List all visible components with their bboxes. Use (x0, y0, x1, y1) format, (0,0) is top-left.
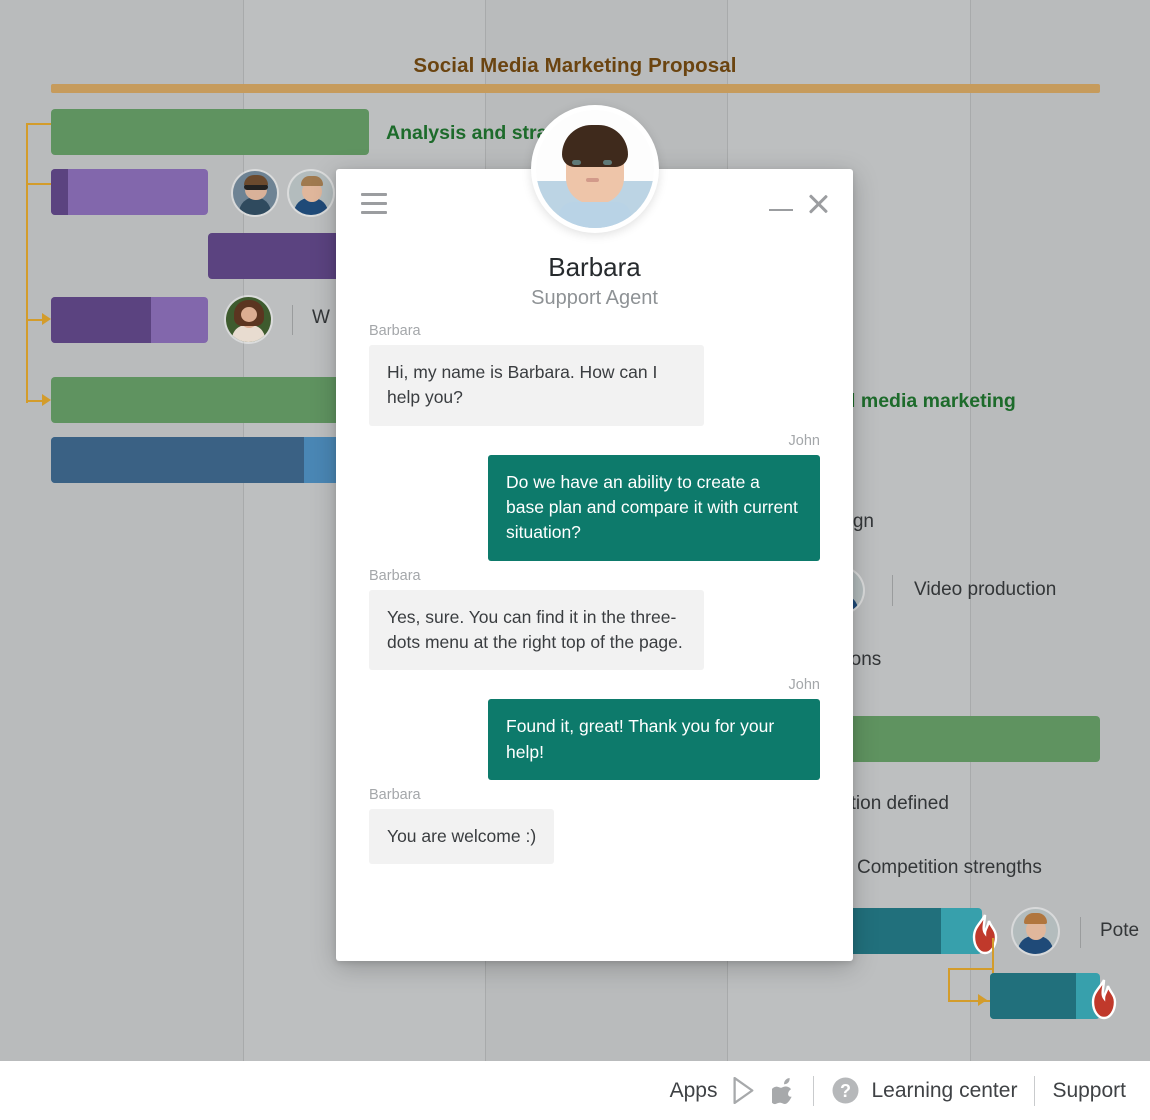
project-summary-bar (51, 84, 1100, 93)
gantt-bar[interactable] (990, 973, 1100, 1019)
chat-message-author: Barbara (369, 787, 421, 804)
gantt-bar[interactable] (51, 169, 208, 215)
gantt-row-label: Video production (914, 579, 1057, 600)
row-separator (1080, 917, 1081, 948)
chat-message-bubble: Hi, my name is Barbara. How can I help y… (369, 344, 704, 426)
dependency-link (948, 968, 952, 1001)
dependency-arrow (978, 994, 987, 1006)
avatar[interactable] (226, 297, 271, 342)
chat-message: Barbara Yes, sure. You can find it in the… (369, 567, 820, 671)
footer-divider (1034, 1075, 1036, 1106)
agent-name: Barbara (548, 252, 641, 282)
chat-message-author: John (788, 432, 820, 449)
agent-avatar (530, 105, 659, 233)
support-chat-widget: Barbara Support Agent Barbara Hi, my name… (336, 105, 853, 961)
avatar[interactable] (233, 171, 277, 215)
chat-message: John Found it, great! Thank you for your … (369, 677, 820, 781)
dependency-link (26, 183, 52, 186)
footer-divider (812, 1075, 814, 1106)
chat-message-bubble: You are welcome :) (369, 809, 555, 865)
gantt-bar[interactable] (51, 437, 371, 483)
apple-icon[interactable] (768, 1077, 796, 1105)
dependency-arrow (42, 394, 51, 406)
question-mark-icon[interactable]: ? (831, 1076, 860, 1105)
chat-message-author: Barbara (369, 323, 421, 339)
avatar[interactable] (289, 171, 333, 215)
dependency-link (948, 1000, 994, 1003)
learning-center-label[interactable]: Learning center (872, 1079, 1018, 1103)
google-play-icon[interactable] (732, 1076, 758, 1105)
gantt-bar[interactable] (51, 297, 208, 343)
row-separator (292, 305, 293, 335)
overdue-flame-icon (972, 914, 998, 955)
footer-bar: Apps ? Learning center Support (0, 1061, 1150, 1120)
gantt-title: Social Media Marketing Proposal (413, 54, 737, 77)
row-separator (892, 575, 893, 606)
chat-message: Barbara Hi, my name is Barbara. How can I… (369, 323, 820, 426)
dependency-link (948, 968, 994, 971)
overdue-flame-icon (1091, 979, 1117, 1020)
chat-message-list[interactable]: Barbara Hi, my name is Barbara. How can I… (336, 323, 853, 961)
gantt-bar[interactable] (51, 109, 369, 155)
chat-message-bubble: Do we have an ability to create a base p… (488, 454, 820, 561)
chat-message: Barbara You are welcome :) (369, 787, 820, 865)
dependency-link (26, 123, 30, 403)
apps-label: Apps (669, 1078, 718, 1102)
gantt-row-label: W (312, 307, 330, 328)
minimize-icon[interactable] (769, 192, 793, 216)
gantt-row-label: Competition strengths (857, 857, 1042, 878)
gantt-row-label: Pote (1100, 920, 1140, 941)
chat-message-bubble: Yes, sure. You can find it in the three-… (369, 589, 704, 671)
agent-role: Support Agent (531, 287, 658, 309)
svg-text:?: ? (840, 1081, 851, 1101)
close-icon[interactable] (806, 192, 830, 216)
chat-message: John Do we have an ability to create a ba… (369, 432, 820, 561)
chat-message-author: Barbara (369, 567, 421, 584)
grid-line (243, 0, 244, 1061)
hamburger-icon[interactable] (361, 193, 387, 215)
chat-message-bubble: Found it, great! Thank you for your help… (488, 699, 820, 781)
grid-line (970, 0, 971, 1061)
chat-message-author: John (788, 677, 820, 694)
dependency-arrow (42, 313, 51, 325)
avatar[interactable] (1013, 909, 1058, 954)
support-label[interactable]: Support (1052, 1079, 1126, 1103)
